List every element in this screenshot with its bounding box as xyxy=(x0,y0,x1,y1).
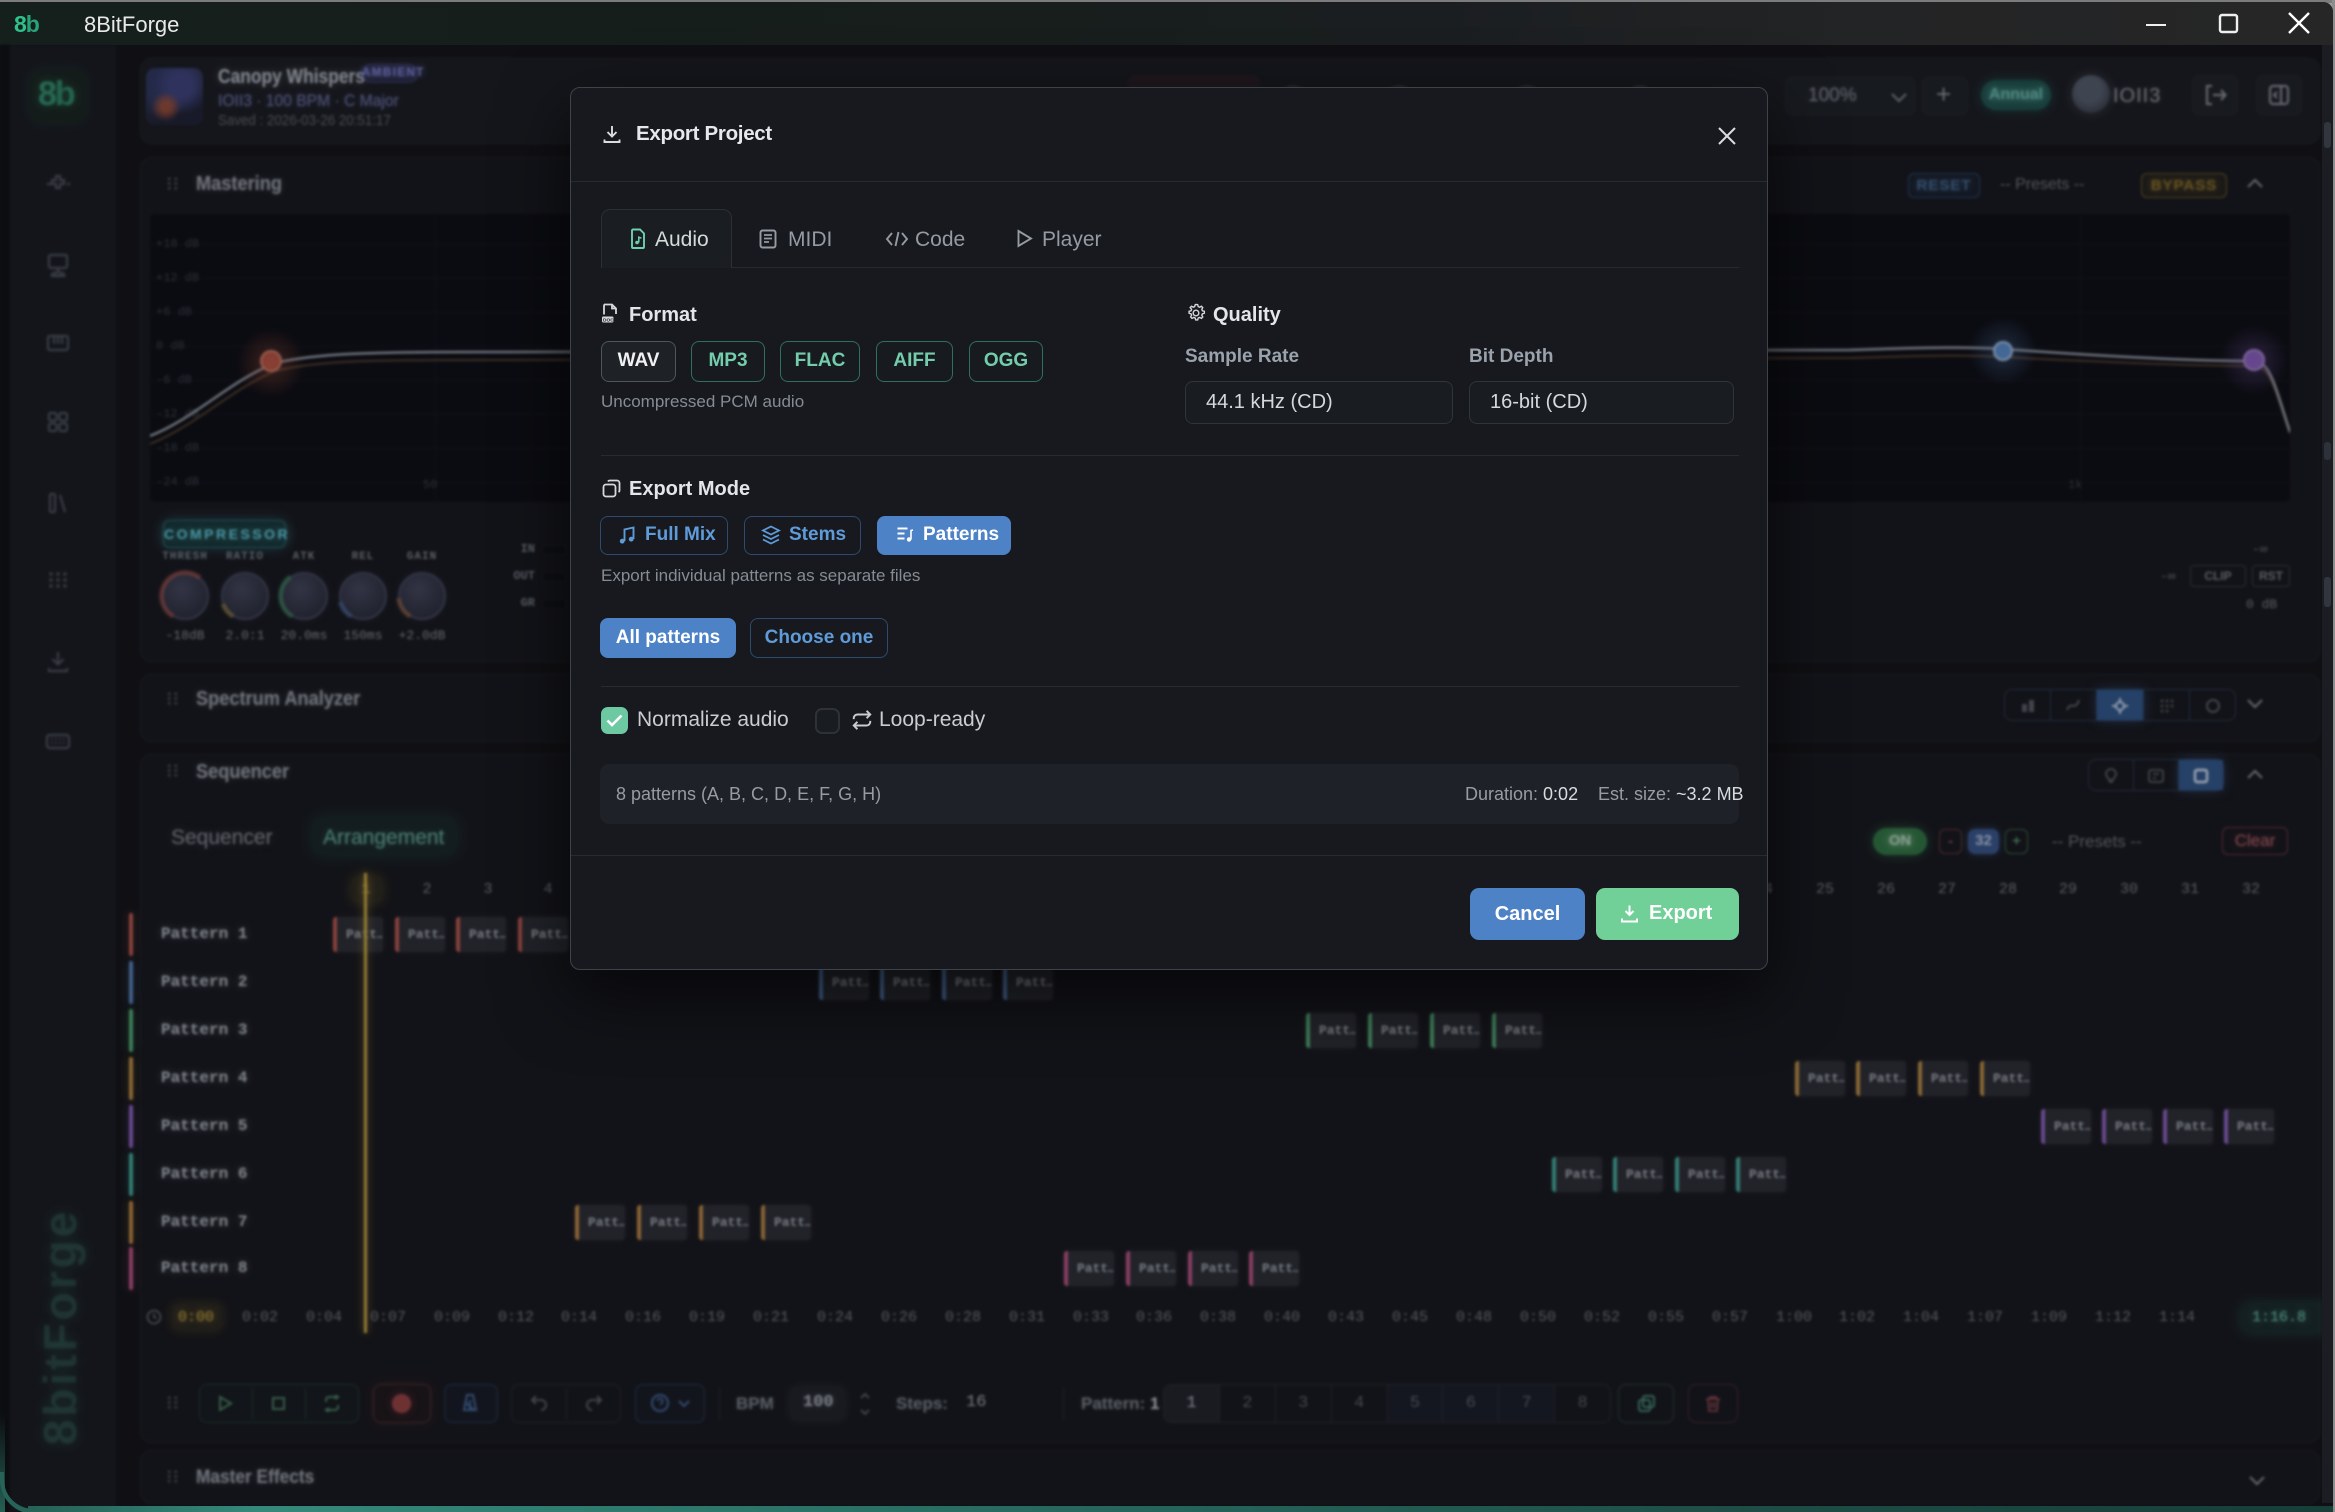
svg-text:DOC: DOC xyxy=(603,317,614,323)
